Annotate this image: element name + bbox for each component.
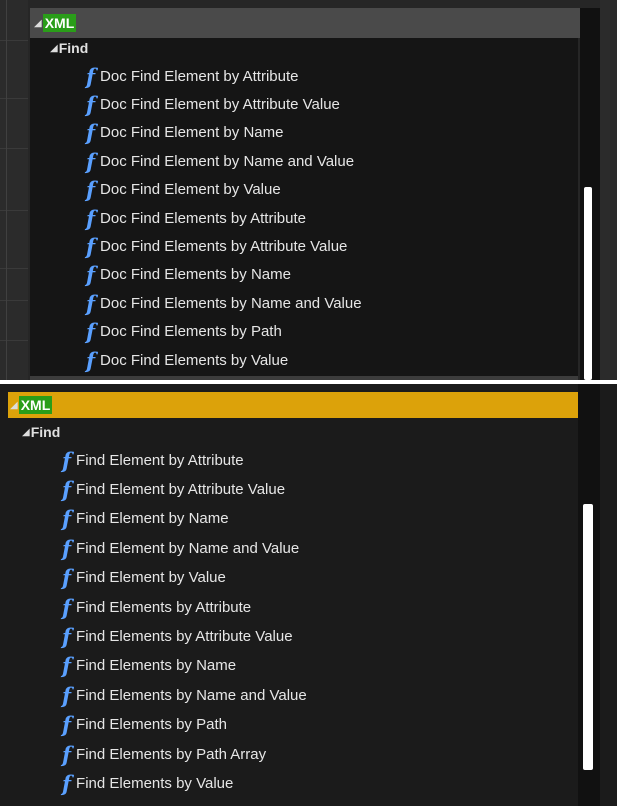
function-item-label: Doc Find Element by Value [100,181,281,199]
function-item[interactable]: f Find Elements by Path [62,711,227,739]
function-item[interactable]: f Find Element by Attribute [62,446,244,474]
list-bottom-edge [30,376,578,380]
scrollbar-track[interactable] [580,8,600,380]
category-header-xml[interactable]: ◢ XML [30,8,582,38]
function-f-icon: f [62,476,72,502]
function-item[interactable]: f Find Element by Value [62,564,226,592]
function-item-label: Doc Find Elements by Value [100,351,289,369]
function-f-icon: f [86,148,96,174]
function-f-icon: f [62,712,72,738]
function-f-icon: f [86,205,96,231]
action-list: ◢ XML ◢ Find f Doc Find Element by Attrib… [30,8,582,380]
function-f-icon: f [86,63,96,89]
divider [0,210,28,211]
divider [0,40,28,41]
function-item-label: Doc Find Elements by Path [100,323,282,341]
function-item[interactable]: f Find Elements by Name [62,652,236,680]
scrollbar-thumb[interactable] [584,187,592,380]
subcategory-find[interactable]: ◢ Find [22,418,60,446]
function-item-label: Find Elements by Attribute [76,598,252,616]
function-f-icon: f [62,653,72,679]
function-item[interactable]: f Find Element by Name and Value [62,534,299,562]
function-f-icon: f [86,91,96,117]
function-f-icon: f [62,770,72,796]
function-f-icon: f [86,177,96,203]
divider [6,0,7,380]
function-item[interactable]: f Doc Find Element by Name [86,119,283,147]
divider [0,268,28,269]
function-f-icon: f [62,565,72,591]
function-item-label: Find Elements by Value [76,774,234,792]
function-f-icon: f [62,741,72,767]
function-item-label: Find Element by Attribute Value [76,480,286,498]
function-item-label: Doc Find Element by Name and Value [100,152,355,170]
function-item[interactable]: f Doc Find Element by Name and Value [86,147,354,175]
function-f-icon: f [86,120,96,146]
function-f-icon: f [62,623,72,649]
function-item-label: Doc Find Elements by Name [100,266,291,284]
function-item-label: Doc Find Elements by Name and Value [100,294,362,312]
function-f-icon: f [62,594,72,620]
scrollbar-track[interactable] [578,384,600,806]
editor-backdrop [0,0,28,380]
subcategory-find[interactable]: ◢ Find [30,34,88,62]
function-item-label: Find Element by Name [76,510,229,528]
function-f-icon: f [86,319,96,345]
function-f-icon: f [86,347,96,373]
function-item-label: Doc Find Elements by Attribute Value [100,237,348,255]
function-item[interactable]: f Find Element by Attribute Value [62,475,285,503]
divider [0,300,28,301]
function-item-label: Doc Find Elements by Attribute [100,209,306,227]
top-panel: ◢ XML ◢ Find f Doc Find Element by Attrib… [0,0,617,380]
function-item[interactable]: f Doc Find Elements by Attribute Value [86,232,347,260]
function-item-label: Doc Find Element by Name [100,124,284,142]
editor-backdrop [600,0,617,380]
function-f-icon: f [86,262,96,288]
function-item[interactable]: f Doc Find Element by Attribute [86,62,298,90]
function-item-label: Find Element by Name and Value [76,539,300,557]
scrollbar-thumb[interactable] [583,504,593,770]
function-item[interactable]: f Doc Find Elements by Name and Value [86,289,362,317]
divider [0,340,28,341]
subcategory-label: Find [58,40,89,56]
divider [0,98,28,99]
function-f-icon: f [62,535,72,561]
function-item[interactable]: f Find Elements by Value [62,769,233,797]
expanded-triangle-icon[interactable]: ◢ [22,427,30,438]
expanded-triangle-icon[interactable]: ◢ [10,400,18,411]
function-item[interactable]: f Find Element by Name [62,505,229,533]
function-item-label: Doc Find Element by Attribute [100,67,299,85]
function-item[interactable]: f Find Elements by Attribute [62,593,251,621]
divider [0,148,28,149]
function-f-icon: f [62,506,72,532]
function-item[interactable]: f Find Elements by Path Array [62,740,266,768]
bottom-panel: ◢ XML ◢ Find f Find Element by Attribute f… [0,384,617,806]
function-item-label: Doc Find Element by Attribute Value [100,95,340,113]
function-item-label: Find Elements by Path Array [76,745,267,763]
category-header-xml[interactable]: ◢ XML [8,392,582,418]
category-label: XML [42,14,77,32]
subcategory-label: Find [30,424,61,440]
function-item[interactable]: f Find Elements by Name and Value [62,681,307,709]
function-f-icon: f [62,682,72,708]
function-f-icon: f [86,290,96,316]
function-item[interactable]: f Doc Find Elements by Attribute [86,204,306,232]
function-item-label: Find Elements by Attribute Value [76,627,293,645]
function-item[interactable]: f Find Elements by Attribute Value [62,622,293,650]
expanded-triangle-icon[interactable]: ◢ [50,43,58,54]
expanded-triangle-icon[interactable]: ◢ [34,18,42,29]
function-item-label: Find Elements by Path [76,716,227,734]
function-item-label: Find Element by Value [76,569,226,587]
function-item-label: Find Element by Attribute [76,451,244,469]
function-item[interactable]: f Doc Find Element by Attribute Value [86,90,340,118]
function-item[interactable]: f Doc Find Elements by Path [86,318,282,346]
category-label: XML [18,396,53,414]
function-item[interactable]: f Doc Find Elements by Name [86,261,291,289]
function-item[interactable]: f Doc Find Elements by Value [86,346,288,374]
function-item[interactable]: f Doc Find Element by Value [86,176,281,204]
function-f-icon: f [62,447,72,473]
function-f-icon: f [86,233,96,259]
function-item-label: Find Elements by Name [76,657,237,675]
function-item-label: Find Elements by Name and Value [76,686,307,704]
